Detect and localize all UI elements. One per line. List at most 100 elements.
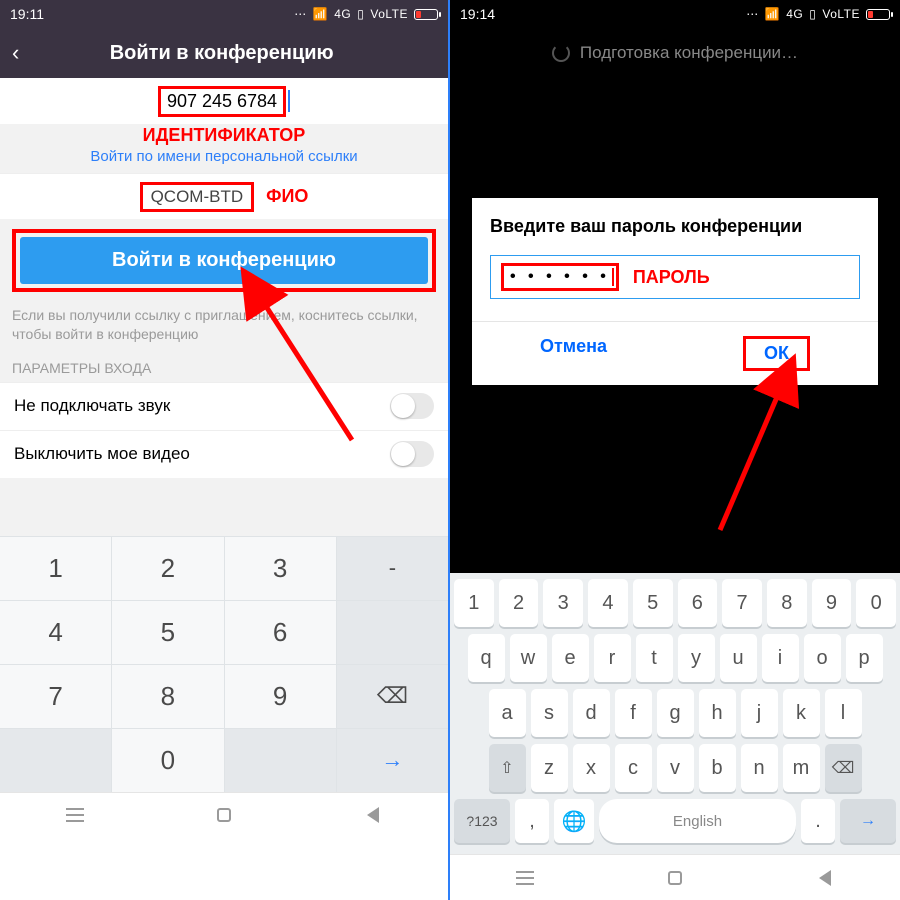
phone-left: 19:11 ⋯📶 4G ▯ VoLTE ‹ Войти в конференци… — [0, 0, 450, 900]
key-shift[interactable]: ⇧ — [489, 744, 526, 792]
password-field[interactable]: • • • • • • ПАРОЛЬ — [490, 255, 860, 299]
numeric-keyboard: 1 2 3 - 4 5 6 7 8 9 ⌫ 0 → — [0, 536, 448, 792]
dialog-title: Введите ваш пароль конференции — [490, 216, 860, 237]
cancel-button[interactable]: Отмена — [472, 322, 675, 385]
key-1[interactable]: 1 — [454, 579, 494, 627]
phone-right: 19:14 ⋯📶 4G▯ VoLTE Подготовка конференци… — [450, 0, 900, 900]
key-t[interactable]: t — [636, 634, 673, 682]
key-0[interactable]: 0 — [856, 579, 896, 627]
nav-recent-icon[interactable] — [512, 865, 538, 891]
personal-link[interactable]: Войти по имени персональной ссылки — [0, 146, 448, 173]
key-v[interactable]: v — [657, 744, 694, 792]
key-u[interactable]: u — [720, 634, 757, 682]
nav-back-icon[interactable] — [360, 802, 386, 828]
nav-home-icon[interactable] — [211, 802, 237, 828]
key-symbols[interactable]: ?123 — [454, 799, 510, 843]
key-6[interactable]: 6 — [678, 579, 718, 627]
key-k[interactable]: k — [783, 689, 820, 737]
key-enter[interactable]: → — [840, 799, 896, 843]
key-backspace[interactable]: ⌫ — [825, 744, 862, 792]
back-icon[interactable]: ‹ — [12, 40, 19, 66]
key-y[interactable]: y — [678, 634, 715, 682]
key-1[interactable]: 1 — [0, 536, 112, 600]
spinner-icon — [552, 44, 570, 62]
key-s[interactable]: s — [531, 689, 568, 737]
key-2[interactable]: 2 — [112, 536, 224, 600]
key-0[interactable]: 0 — [112, 728, 224, 792]
meeting-id-input[interactable]: 907 245 6784 — [158, 86, 286, 117]
screen-header: ‹ Войти в конференцию — [0, 28, 448, 78]
key-period[interactable]: . — [801, 799, 835, 843]
key-o[interactable]: o — [804, 634, 841, 682]
key-z[interactable]: z — [531, 744, 568, 792]
key-h[interactable]: h — [699, 689, 736, 737]
options-heading: ПАРАМЕТРЫ ВХОДА — [0, 354, 448, 382]
key-a[interactable]: a — [489, 689, 526, 737]
key-b[interactable]: b — [699, 744, 736, 792]
key-globe[interactable]: 🌐 — [554, 799, 594, 843]
key-empty-l — [0, 728, 112, 792]
display-name-input[interactable]: QCOM-BTD — [140, 182, 255, 212]
key-n[interactable]: n — [741, 744, 778, 792]
key-7[interactable]: 7 — [0, 664, 112, 728]
password-input[interactable]: • • • • • • — [501, 263, 619, 291]
key-3[interactable]: 3 — [543, 579, 583, 627]
key-c[interactable]: c — [615, 744, 652, 792]
join-button[interactable]: Войти в конференцию — [20, 237, 428, 284]
key-w[interactable]: w — [510, 634, 547, 682]
android-navbar — [450, 854, 900, 900]
key-f[interactable]: f — [615, 689, 652, 737]
ok-button[interactable]: ОК — [675, 322, 878, 385]
key-6[interactable]: 6 — [225, 600, 337, 664]
qwerty-keyboard: 1234567890 qwertyuiop asdfghjkl ⇧ zxcvbn… — [450, 573, 900, 854]
key-5[interactable]: 5 — [633, 579, 673, 627]
status-time: 19:11 — [10, 6, 44, 22]
loading-title: Подготовка конференции… — [450, 28, 900, 78]
key-2[interactable]: 2 — [499, 579, 539, 627]
status-time: 19:14 — [460, 6, 495, 22]
key-5[interactable]: 5 — [112, 600, 224, 664]
key-4[interactable]: 4 — [588, 579, 628, 627]
key-m[interactable]: m — [783, 744, 820, 792]
annotation-join-outline: Войти в конференцию — [12, 229, 436, 292]
key-8[interactable]: 8 — [767, 579, 807, 627]
annotation-password: ПАРОЛЬ — [633, 267, 710, 288]
key-dash[interactable]: - — [337, 536, 448, 600]
nav-back-icon[interactable] — [812, 865, 838, 891]
screen-title: Войти в конференцию — [29, 42, 414, 65]
status-bar: 19:11 ⋯📶 4G ▯ VoLTE — [0, 0, 448, 28]
key-q[interactable]: q — [468, 634, 505, 682]
status-bar: 19:14 ⋯📶 4G▯ VoLTE — [450, 0, 900, 28]
option-mute-audio[interactable]: Не подключать звук — [0, 382, 448, 430]
key-7[interactable]: 7 — [722, 579, 762, 627]
key-9[interactable]: 9 — [225, 664, 337, 728]
nav-home-icon[interactable] — [662, 865, 688, 891]
key-3[interactable]: 3 — [225, 536, 337, 600]
key-d[interactable]: d — [573, 689, 610, 737]
key-l[interactable]: l — [825, 689, 862, 737]
toggle-audio[interactable] — [390, 393, 434, 419]
key-empty-r — [225, 728, 337, 792]
key-i[interactable]: i — [762, 634, 799, 682]
option-disable-video[interactable]: Выключить мое видео — [0, 430, 448, 478]
key-backspace[interactable]: ⌫ — [337, 664, 448, 728]
key-e[interactable]: e — [552, 634, 589, 682]
key-p[interactable]: p — [846, 634, 883, 682]
nav-recent-icon[interactable] — [62, 802, 88, 828]
status-icons: ⋯📶 4G▯ VoLTE — [746, 7, 890, 21]
key-x[interactable]: x — [573, 744, 610, 792]
key-4[interactable]: 4 — [0, 600, 112, 664]
key-9[interactable]: 9 — [812, 579, 852, 627]
key-r[interactable]: r — [594, 634, 631, 682]
key-enter[interactable]: → — [337, 728, 448, 792]
toggle-video[interactable] — [390, 441, 434, 467]
key-8[interactable]: 8 — [112, 664, 224, 728]
key-space[interactable]: English — [599, 799, 796, 843]
key-comma[interactable]: , — [515, 799, 549, 843]
key-space[interactable] — [337, 600, 448, 664]
key-j[interactable]: j — [741, 689, 778, 737]
display-name-row[interactable]: QCOM-BTD ФИО — [0, 173, 448, 219]
meeting-id-row[interactable]: 907 245 6784 — [0, 78, 448, 124]
status-icons: ⋯📶 4G ▯ VoLTE — [294, 7, 438, 21]
key-g[interactable]: g — [657, 689, 694, 737]
